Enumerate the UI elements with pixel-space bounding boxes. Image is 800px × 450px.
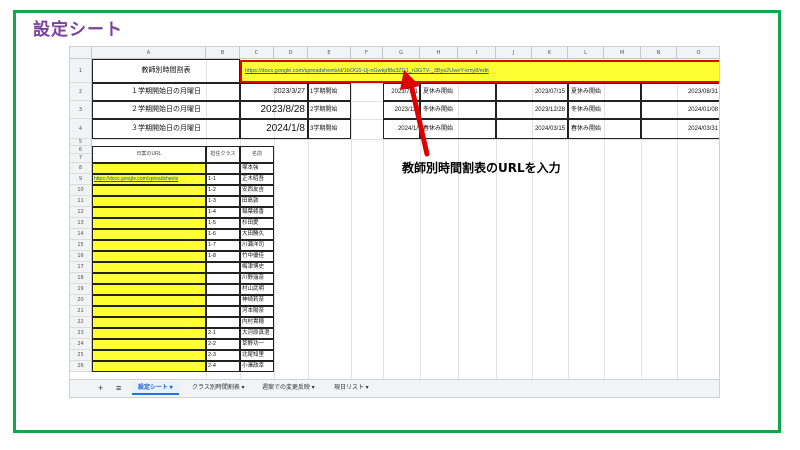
red-arrow-head [400,70,420,90]
annotation-arrow-layer [400,70,430,157]
red-arrow-shaft [408,81,430,157]
callout-text: 教師別時間割表のURLを入力 [402,161,561,175]
